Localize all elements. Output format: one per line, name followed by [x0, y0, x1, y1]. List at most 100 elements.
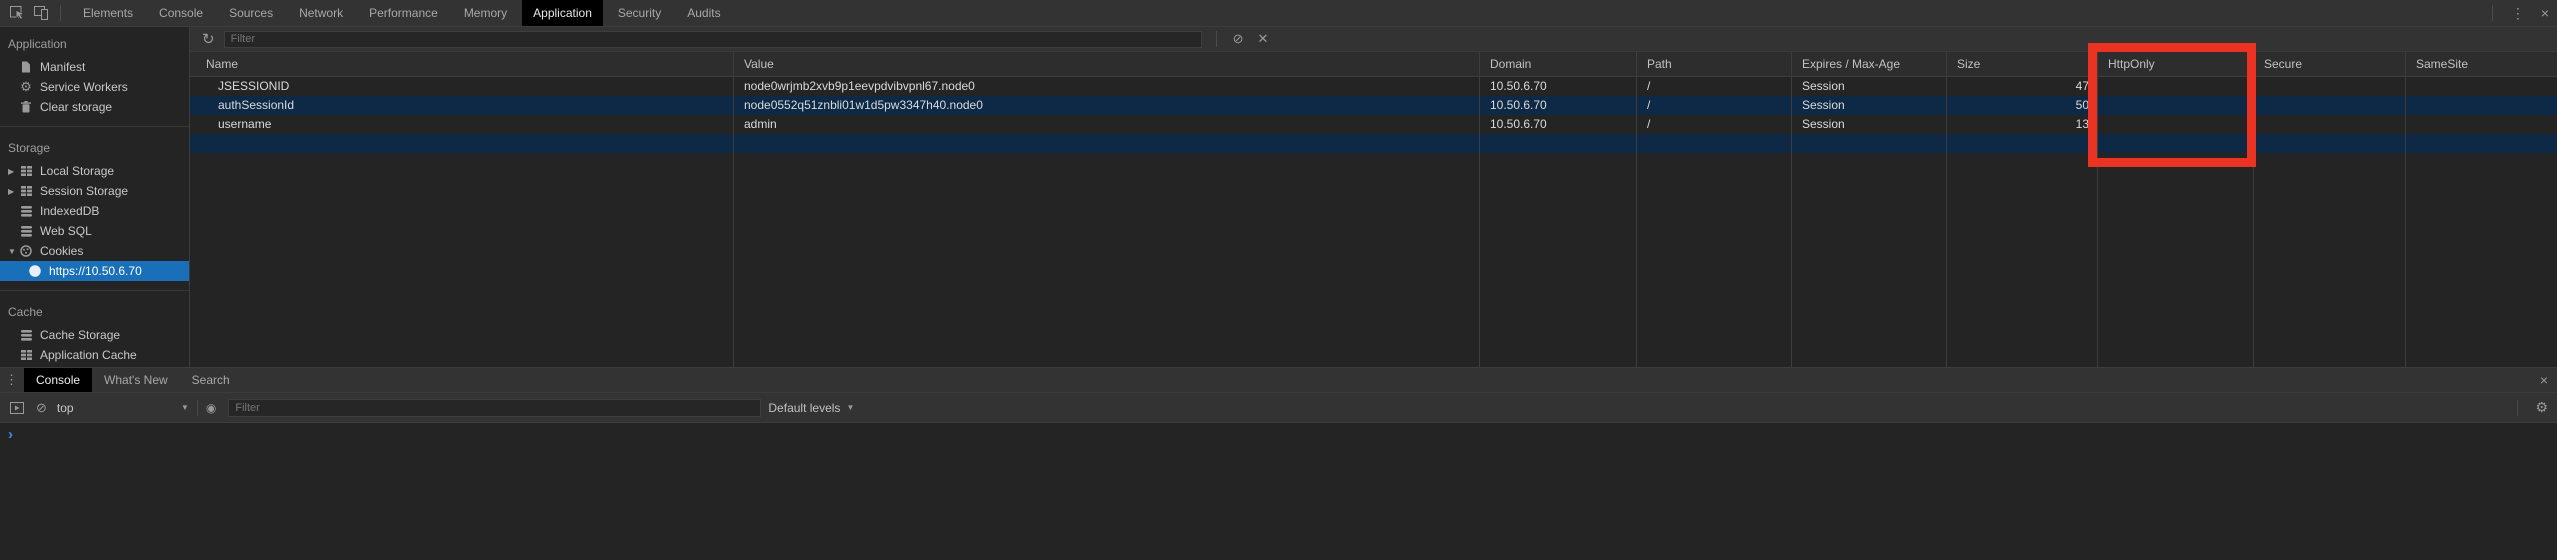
domain-cell[interactable]: 10.50.6.70 [1480, 96, 1636, 115]
column-header-value[interactable]: Value [734, 52, 1479, 77]
console-output[interactable]: › [0, 423, 2557, 560]
inspect-element-icon[interactable] [10, 6, 25, 20]
tab-application[interactable]: Application [522, 0, 603, 26]
gear-icon: ⚙ [20, 79, 32, 94]
section-title: Storage [8, 141, 51, 155]
refresh-icon[interactable]: ↻ [202, 30, 215, 48]
domain-cell[interactable]: 10.50.6.70 [1480, 77, 1636, 96]
httponly-cell[interactable] [2098, 77, 2253, 96]
samesite-cell[interactable] [2406, 115, 2557, 134]
column-header-httponly[interactable]: HttpOnly [2098, 52, 2253, 77]
column-path: Path / / / [1637, 52, 1792, 367]
path-cell[interactable]: / [1637, 96, 1791, 115]
samesite-cell[interactable] [2406, 77, 2557, 96]
drawer-more-icon[interactable]: ⋮ [0, 372, 24, 388]
section-title: Application [8, 37, 67, 51]
tab-performance[interactable]: Performance [358, 0, 449, 26]
sidebar-item-clear-storage[interactable]: Clear storage [0, 97, 189, 117]
tab-sources[interactable]: Sources [218, 0, 284, 26]
close-devtools-icon[interactable]: × [2533, 5, 2557, 21]
expires-cell[interactable]: Session [1792, 115, 1946, 134]
sidebar-item-cookies[interactable]: ▼ Cookies [0, 241, 189, 261]
tab-console[interactable]: Console [148, 0, 214, 26]
live-expression-eye-icon[interactable]: ◉ [206, 401, 216, 415]
httponly-cell[interactable] [2098, 96, 2253, 115]
device-toolbar-icon[interactable] [34, 6, 49, 20]
secure-cell[interactable] [2254, 77, 2405, 96]
expires-cell[interactable]: Session [1792, 96, 1946, 115]
value-cell[interactable]: admin [734, 115, 1479, 134]
samesite-cell[interactable] [2406, 96, 2557, 115]
database-icon [19, 205, 33, 217]
sidebar-section-storage: Storage ▶ Local Storage ▶ Session Storag… [0, 126, 189, 281]
tab-security[interactable]: Security [607, 0, 672, 26]
name-cell[interactable]: JSESSIONID [190, 77, 733, 96]
console-sidebar-toggle-icon[interactable] [10, 401, 24, 414]
cookies-table: Name JSESSIONID authSessionId username V… [190, 52, 2557, 367]
sidebar-item-local-storage[interactable]: ▶ Local Storage [0, 161, 189, 181]
drawer-tab-search[interactable]: Search [180, 368, 242, 392]
log-levels-dropdown[interactable]: Default levels ▼ [768, 401, 854, 415]
execution-context-selector[interactable]: top ▼ [57, 401, 189, 415]
clear-all-cookies-icon[interactable]: ⊘ [1226, 31, 1251, 47]
tab-memory[interactable]: Memory [453, 0, 518, 26]
sidebar-item-label: Service Workers [40, 80, 128, 94]
value-cell[interactable]: node0wrjmb2xvb9p1eevpdvibvpnl67.node0 [734, 77, 1479, 96]
secure-cell[interactable] [2254, 96, 2405, 115]
console-prompt-chevron-icon[interactable]: › [8, 427, 13, 442]
size-cell[interactable]: 50 [1947, 96, 2097, 115]
console-drawer: ⋮ Console What's New Search × ⊘ top ▼ ◉ [0, 367, 2557, 560]
chevron-down-icon[interactable]: ▼ [6, 247, 19, 256]
clear-console-icon[interactable]: ⊘ [36, 400, 47, 416]
column-header-name[interactable]: Name [190, 52, 733, 77]
console-filter-input[interactable] [228, 398, 762, 417]
domain-cell[interactable]: 10.50.6.70 [1480, 115, 1636, 134]
toolbar-separator [2517, 399, 2519, 416]
table-icon [19, 166, 33, 176]
size-cell[interactable]: 13 [1947, 115, 2097, 134]
name-cell[interactable]: username [190, 115, 733, 134]
sidebar-item-manifest[interactable]: Manifest [0, 57, 189, 77]
sidebar-item-service-workers[interactable]: ⚙ Service Workers [0, 77, 189, 97]
console-toolbar: ⊘ top ▼ ◉ Default levels ▼ ⚙ [0, 393, 2557, 423]
sidebar-item-indexeddb[interactable]: IndexedDB [0, 201, 189, 221]
cookie-icon [28, 265, 42, 277]
secure-cell[interactable] [2254, 115, 2405, 134]
database-icon [19, 329, 33, 341]
table-columns: Name JSESSIONID authSessionId username V… [190, 52, 2557, 367]
column-httponly: HttpOnly [2098, 52, 2254, 367]
context-label: top [56, 400, 74, 415]
column-header-domain[interactable]: Domain [1480, 52, 1636, 77]
tab-network[interactable]: Network [288, 0, 354, 26]
sidebar-item-application-cache[interactable]: Application Cache [0, 345, 189, 365]
value-cell[interactable]: node0552q51znbli01w1d5pw3347h40.node0 [734, 96, 1479, 115]
sidebar-item-cache-storage[interactable]: Cache Storage [0, 325, 189, 345]
path-cell[interactable]: / [1637, 77, 1791, 96]
chevron-right-icon[interactable]: ▶ [6, 167, 19, 176]
column-header-samesite[interactable]: SameSite [2406, 52, 2557, 77]
sidebar-item-cookies-origin[interactable]: https://10.50.6.70 [0, 261, 189, 281]
column-header-expires[interactable]: Expires / Max-Age [1792, 52, 1946, 77]
expires-cell[interactable]: Session [1792, 77, 1946, 96]
more-options-icon[interactable]: ⋮ [2503, 5, 2533, 22]
name-cell[interactable]: authSessionId [190, 96, 733, 115]
column-header-secure[interactable]: Secure [2254, 52, 2405, 77]
cookies-filter-input[interactable] [223, 30, 1202, 48]
column-header-size[interactable]: Size [1947, 52, 2097, 77]
tab-elements[interactable]: Elements [72, 0, 144, 26]
chevron-right-icon[interactable]: ▶ [6, 187, 19, 196]
tab-audits[interactable]: Audits [676, 0, 731, 26]
drawer-tab-console[interactable]: Console [24, 368, 93, 392]
chevron-down-icon: ▼ [180, 403, 189, 412]
drawer-close-icon[interactable]: × [2531, 372, 2557, 388]
sidebar-item-session-storage[interactable]: ▶ Session Storage [0, 181, 189, 201]
size-cell[interactable]: 47 [1947, 77, 2097, 96]
column-header-path[interactable]: Path [1637, 52, 1791, 77]
delete-selected-icon[interactable]: ✕ [1250, 31, 1275, 47]
sidebar-item-web-sql[interactable]: Web SQL [0, 221, 189, 241]
application-sidebar: Application Manifest ⚙ Service Workers C… [0, 27, 190, 367]
drawer-tab-whats-new[interactable]: What's New [92, 368, 180, 392]
console-settings-gear-icon[interactable]: ⚙ [2526, 399, 2557, 416]
path-cell[interactable]: / [1637, 115, 1791, 134]
httponly-cell[interactable] [2098, 115, 2253, 134]
